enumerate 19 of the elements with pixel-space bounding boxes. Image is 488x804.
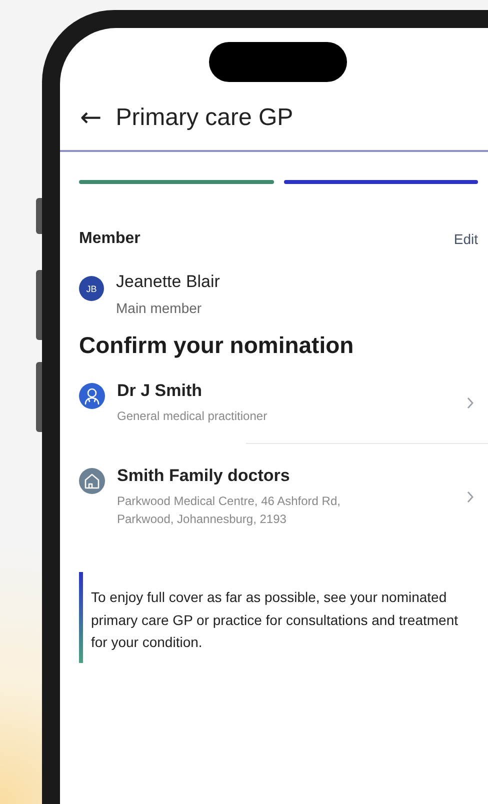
initials-avatar: JB [79, 276, 104, 301]
member-role: Main member [116, 300, 203, 316]
chevron-icon [466, 491, 474, 504]
member-name: Jeanette Blair [116, 272, 220, 292]
section-heading: Confirm your nomination [79, 332, 355, 359]
chevron-icon [466, 397, 474, 410]
nomination-item[interactable]: Smith Family doctors Parkwood Medical Centre, 46 Ashford Rd, Parkwood, Johannesburg, 2193 [79, 444, 478, 546]
item-title: Smith Family doctors [117, 466, 291, 486]
item-subtitle: Parkwood Medical Centre, 46 Ashford Rd, Parkwood, Johannesburg, 2193 [117, 493, 342, 528]
nomination-item[interactable]: Dr J Smith General medical practitioner [79, 359, 478, 444]
item-subtitle: General medical practitioner [117, 408, 268, 425]
info-notice: To enjoy full cover as far as possible, see your nominated primary care GP or practice for consultations and treatment for your condition. [79, 572, 478, 664]
item-title: Dr J Smith [117, 381, 204, 401]
back-button[interactable]: ← [80, 105, 102, 131]
section-heading: Member [79, 230, 140, 248]
doctor-icon [79, 383, 105, 409]
house-icon [79, 468, 105, 494]
screen-title: Primary care GP [116, 104, 294, 132]
edit-link[interactable]: Edit [454, 231, 478, 247]
